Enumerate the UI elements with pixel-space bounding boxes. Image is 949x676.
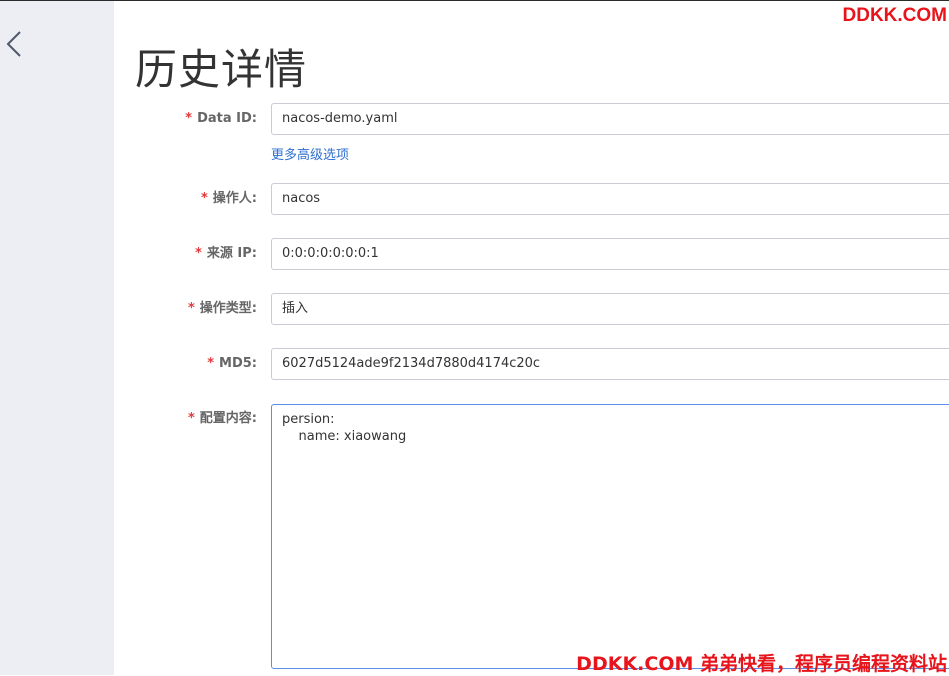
required-mark: * [195,246,202,261]
page-title: 历史详情 [135,45,308,94]
required-mark: * [207,356,215,371]
data-id-label: * Data ID: [114,103,257,135]
advanced-options-link[interactable]: 更多高级选项 [271,146,349,166]
required-mark: * [185,111,193,126]
chevron-left-icon[interactable] [2,27,26,61]
operator-input[interactable]: nacos [271,183,949,215]
operator-label: * 操作人: [114,183,257,215]
required-mark: * [187,301,195,316]
watermark-bottom: DDKK.COM 弟弟快看，程序员编程资料站 [576,653,947,675]
config-content-textarea[interactable]: persion: name: xiaowang [271,404,949,669]
source-ip-label: * 来源 IP: [114,238,257,270]
source-ip-input[interactable]: 0:0:0:0:0:0:0:1 [271,238,949,270]
data-id-input[interactable]: nacos-demo.yaml [271,103,949,135]
watermark-top: DDKK.COM [842,5,948,26]
config-content-label: * 配置内容: [114,403,257,435]
operator-label-text: 操作人: [212,191,257,206]
data-id-label-text: Data ID: [197,111,257,126]
config-content-label-text: 配置内容: [199,411,257,426]
sidebar [0,1,114,675]
operation-type-input[interactable]: 插入 [271,293,949,325]
md5-label: * MD5: [114,348,257,380]
md5-label-text: MD5: [219,356,257,371]
md5-input[interactable]: 6027d5124ade9f2134d7880d4174c20c [271,348,949,380]
required-mark: * [200,191,208,206]
operation-type-label: * 操作类型: [114,293,257,325]
operation-type-label-text: 操作类型: [199,301,257,316]
required-mark: * [187,411,195,426]
source-ip-label-text: 来源 IP: [206,246,257,261]
